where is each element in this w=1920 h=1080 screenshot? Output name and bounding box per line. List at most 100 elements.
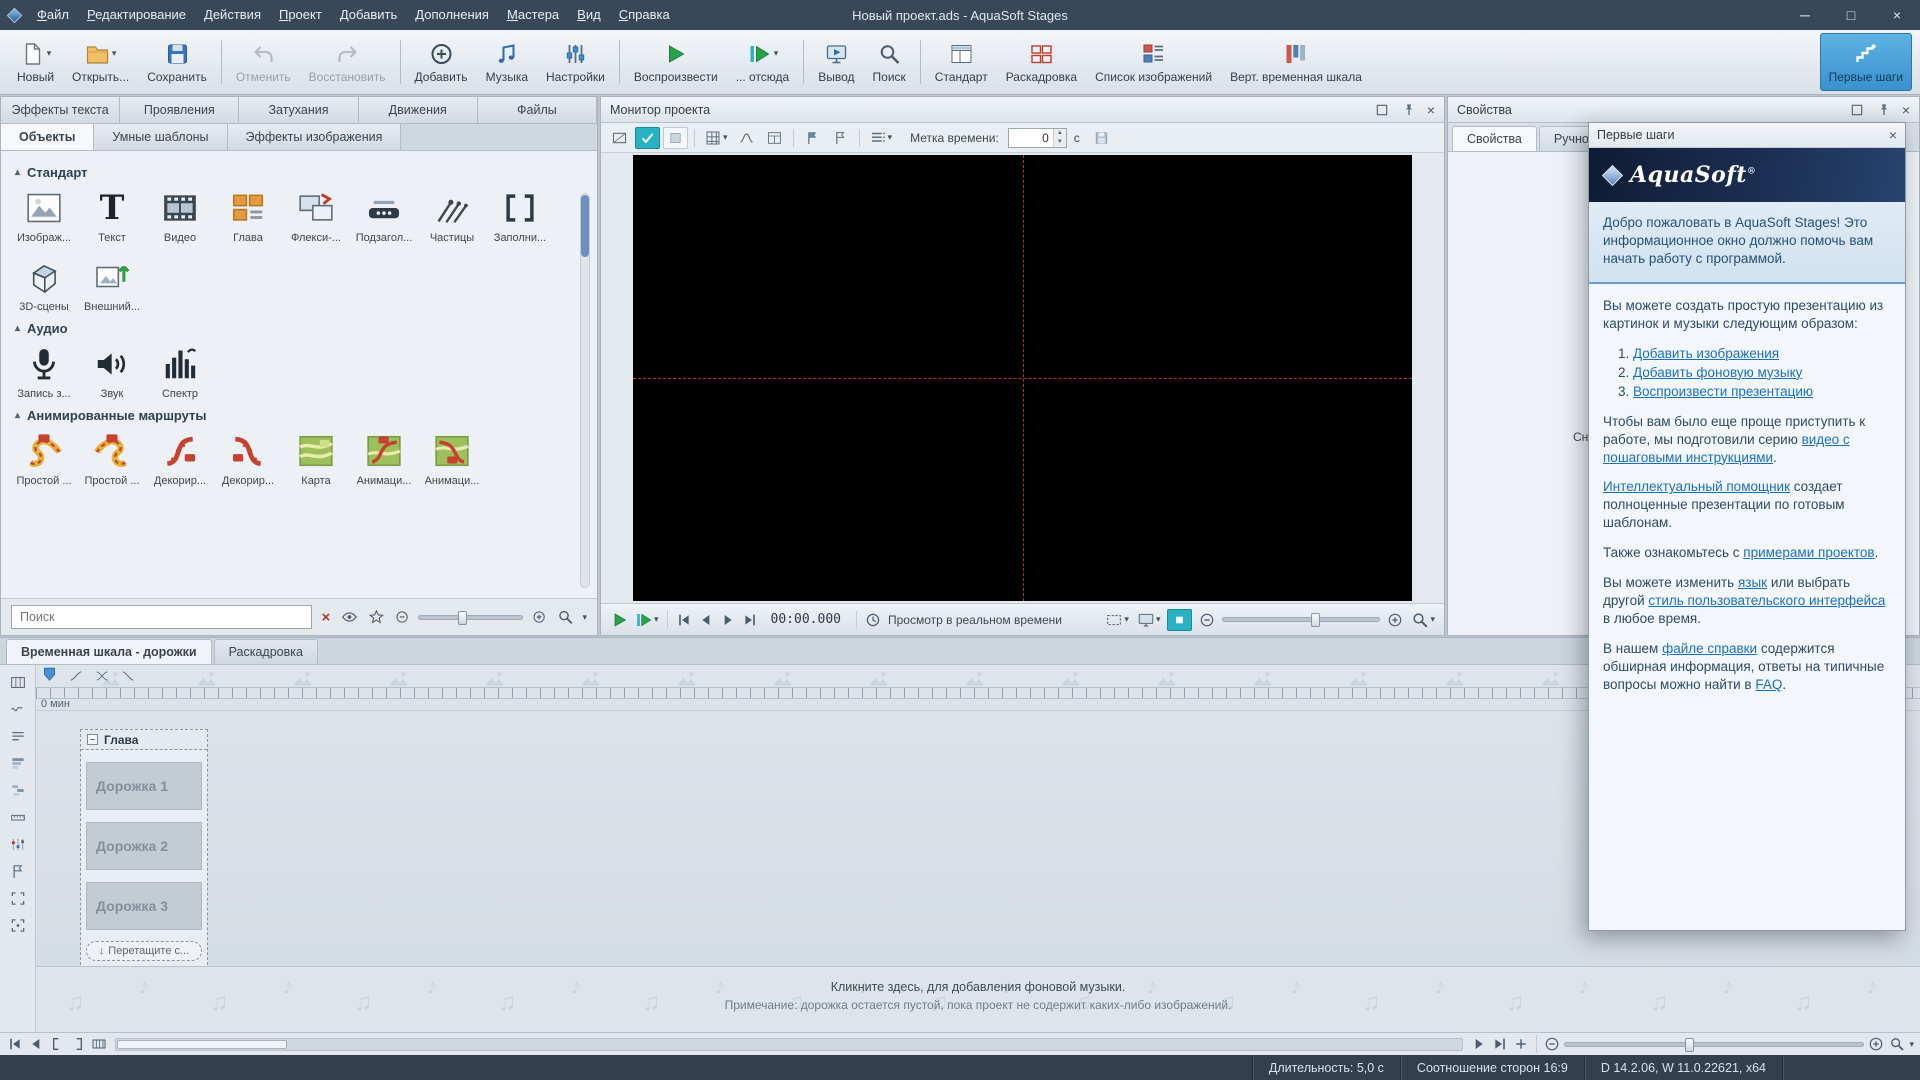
monitor-zoom-out-icon[interactable] — [1198, 611, 1216, 629]
next-frame-button[interactable] — [719, 611, 737, 629]
live-preview-toggle[interactable] — [635, 127, 660, 149]
frame-view-icon[interactable] — [90, 1035, 108, 1053]
tab-objects[interactable]: Объекты — [1, 124, 94, 150]
object-tile-route-simple-2[interactable]: Простой ... — [81, 430, 143, 487]
music-hint[interactable]: Кликните здесь, для добавления фоновой м… — [36, 980, 1920, 994]
search-options-dropdown-icon[interactable]: ▾ — [582, 613, 587, 622]
toolbar-button-music[interactable]: Музыка — [477, 33, 537, 91]
object-tile-text[interactable]: TТекст — [81, 187, 143, 244]
inline-link[interactable]: Интеллектуальный помощник — [1603, 479, 1790, 494]
spin-up-icon[interactable]: ▲ — [1054, 129, 1066, 138]
preview-canvas[interactable] — [633, 155, 1412, 601]
properties-pin-icon[interactable] — [1875, 101, 1893, 119]
slider-thumb[interactable] — [458, 611, 467, 625]
object-tile-flexi[interactable]: Флекси-... — [285, 187, 347, 244]
timeline-tool-wave-icon[interactable] — [7, 700, 29, 719]
menu-addons[interactable]: Дополнения — [406, 0, 498, 30]
loupe-toggle[interactable] — [1167, 609, 1192, 631]
first-steps-close-icon[interactable]: × — [1889, 127, 1897, 143]
object-tile-route-decorated-1[interactable]: Декорир... — [149, 430, 211, 487]
thumbnail-zoom-out-icon[interactable] — [394, 608, 410, 626]
object-tile-sound[interactable]: Звук — [81, 343, 143, 400]
step-link-3[interactable]: Воспроизвести презентацию — [1633, 384, 1813, 399]
toolbar-button-undo[interactable]: Отменить — [227, 33, 300, 91]
realtime-icon[interactable] — [864, 611, 882, 629]
monitor-magnifier-dropdown[interactable]: ▾ — [1410, 610, 1436, 630]
monitor-zoom-slider[interactable] — [1222, 617, 1380, 622]
inline-link[interactable]: примерами проектов — [1743, 545, 1874, 560]
monitor-zoom-in-icon[interactable] — [1386, 611, 1404, 629]
nav-prev-icon[interactable] — [27, 1035, 45, 1053]
search-icon[interactable] — [556, 607, 575, 627]
toolbar-button-search[interactable]: Поиск — [864, 33, 915, 91]
object-tile-map-animation-1[interactable]: Анимаци... — [353, 430, 415, 487]
object-tile-map[interactable]: Карта — [285, 430, 347, 487]
object-tile-spectrum[interactable]: Спектр — [149, 343, 211, 400]
section-header-animated-routes[interactable]: ▴Анимированные маршруты — [15, 408, 567, 423]
nav-add-icon[interactable] — [1512, 1035, 1530, 1053]
menu-actions[interactable]: Действия — [195, 0, 270, 30]
snapshot-save-icon[interactable] — [1089, 127, 1114, 149]
timeline-zoom-in-icon[interactable] — [1867, 1035, 1885, 1053]
section-header-standard[interactable]: ▴Стандарт — [15, 165, 567, 180]
timeline-tool-text-icon[interactable] — [7, 727, 29, 746]
timeline-tool-flag-icon[interactable] — [7, 862, 29, 881]
table-tool-icon[interactable] — [762, 127, 787, 149]
properties-close-icon[interactable]: × — [1902, 102, 1910, 118]
inline-link[interactable]: FAQ — [1755, 677, 1782, 692]
clear-search-icon[interactable]: × — [320, 609, 333, 626]
toolbar-button-redo[interactable]: Восстановить — [300, 33, 395, 91]
slider-thumb[interactable] — [1685, 1038, 1694, 1052]
step-link-2[interactable]: Добавить фоновую музыку — [1633, 365, 1802, 380]
track-row-2[interactable]: Дорожка 2 — [86, 822, 202, 870]
preview-toggle-icon[interactable] — [340, 607, 359, 627]
object-tile-route-decorated-2[interactable]: Декорир... — [217, 430, 279, 487]
inline-link[interactable]: стиль пользовательского интерфейса — [1648, 593, 1885, 608]
maximize-button[interactable]: □ — [1828, 0, 1874, 30]
minimize-button[interactable]: ─ — [1782, 0, 1828, 30]
spin-down-icon[interactable]: ▼ — [1054, 138, 1066, 147]
nav-last-icon[interactable] — [1491, 1035, 1509, 1053]
object-tile-subtitle[interactable]: Подзагол... — [353, 187, 415, 244]
inline-link[interactable]: файле справки — [1662, 641, 1757, 656]
timeline-tool-blocks-icon[interactable] — [7, 781, 29, 800]
menu-insert[interactable]: Добавить — [331, 0, 406, 30]
drop-hint[interactable]: ↓ Перетащите с... — [86, 941, 202, 961]
step-link-1[interactable]: Добавить изображения — [1633, 346, 1779, 361]
chapter-block[interactable]: – Глава Дорожка 1Дорожка 2Дорожка 3 ↓ Пе… — [80, 729, 208, 970]
grid-dropdown[interactable]: ▾ — [701, 127, 731, 149]
display-mode-dropdown[interactable]: ▾ — [1136, 610, 1162, 630]
menu-edit[interactable]: Редактирование — [78, 0, 195, 30]
nav-first-icon[interactable] — [6, 1035, 24, 1053]
object-tile-map-animation-2[interactable]: Анимаци... — [421, 430, 483, 487]
object-tile-3d-scene[interactable]: 3D-сцены — [13, 256, 75, 313]
tab-text-effects[interactable]: Эффекты текста — [1, 97, 120, 123]
vertical-scrollbar[interactable] — [580, 193, 590, 588]
collapse-icon[interactable]: – — [87, 734, 98, 745]
flag-start-icon[interactable] — [800, 127, 825, 149]
scrollbar-thumb[interactable] — [117, 1040, 287, 1049]
timeline-tool-sliders-icon[interactable] — [7, 835, 29, 854]
timeline-tool-frame-icon[interactable] — [7, 916, 29, 935]
toolbar-button-add[interactable]: Добавить — [406, 33, 477, 91]
selection-mode-dropdown[interactable]: ▾ — [1104, 610, 1130, 630]
object-tile-route-simple-1[interactable]: Простой ... — [13, 430, 75, 487]
favorites-icon[interactable] — [367, 607, 386, 627]
menu-view[interactable]: Вид — [568, 0, 610, 30]
section-header-audio[interactable]: ▴Аудио — [15, 321, 567, 336]
toolbar-button-first-steps[interactable]: Первые шаги — [1820, 33, 1912, 91]
monitor-maximize-icon[interactable] — [1373, 101, 1391, 119]
timeline-horizontal-scrollbar[interactable] — [115, 1038, 1463, 1051]
thumbnail-zoom-in-icon[interactable] — [531, 608, 547, 626]
object-tile-image[interactable]: Изображ... — [13, 187, 75, 244]
toolbar-button-save[interactable]: Сохранить — [138, 33, 216, 91]
flag-end-icon[interactable] — [828, 127, 853, 149]
aspect-ratio-icon[interactable] — [607, 127, 632, 149]
timeline-tab-timeline-tracks[interactable]: Временная шкала - дорожки — [6, 639, 212, 664]
menu-wizards[interactable]: Мастера — [498, 0, 568, 30]
timeline-tool-ruler-icon[interactable] — [7, 808, 29, 827]
go-end-button[interactable] — [741, 611, 759, 629]
object-tile-particles[interactable]: Частицы — [421, 187, 483, 244]
timeline-tab-storyboard[interactable]: Раскадровка — [214, 639, 318, 664]
toolbar-button-new[interactable]: ▾Новый — [8, 33, 63, 91]
